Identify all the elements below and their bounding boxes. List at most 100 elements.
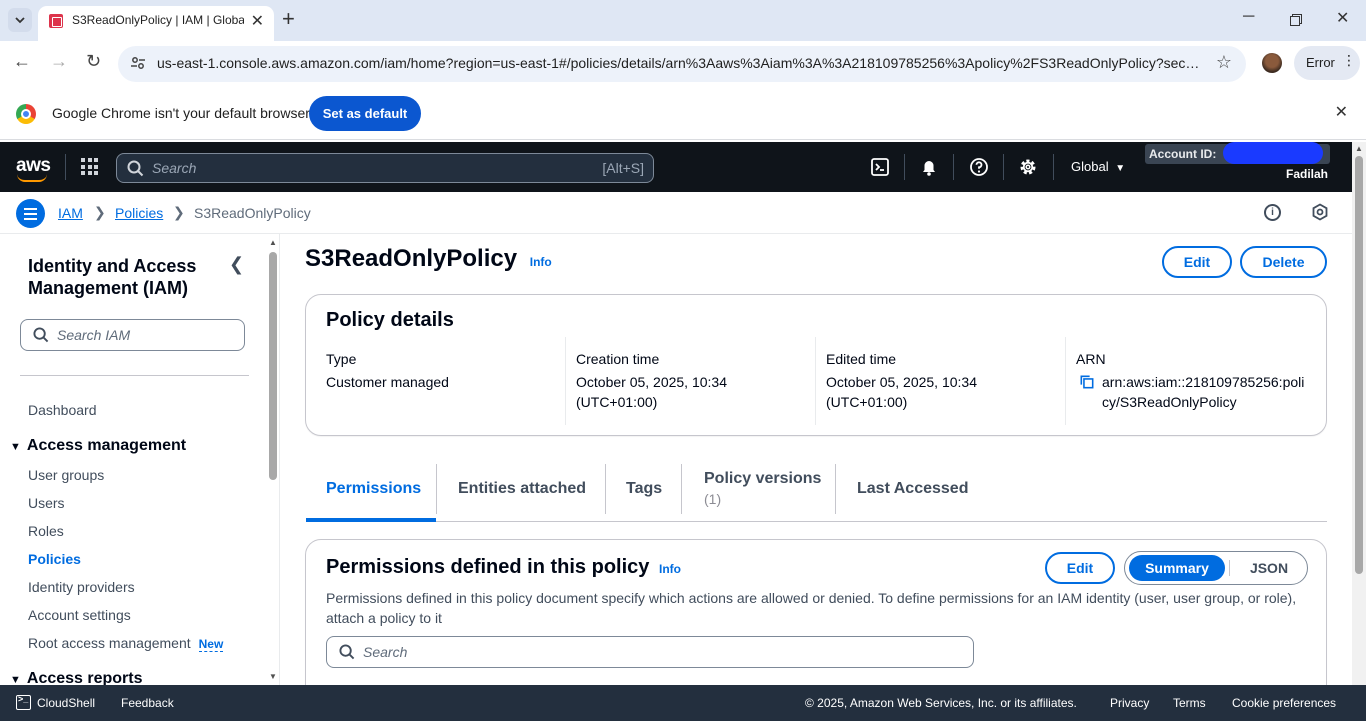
section-label: Access reports [26, 670, 143, 685]
sidebar-item-users[interactable]: Users [28, 495, 65, 511]
sidebar-item-user-groups[interactable]: User groups [28, 467, 104, 483]
feedback-link[interactable]: Feedback [121, 696, 174, 710]
search-placeholder: Search [152, 160, 197, 176]
edit-permissions-button[interactable]: Edit [1045, 552, 1115, 584]
site-info-icon[interactable] [130, 55, 146, 71]
close-infobar-icon[interactable]: ✕ [1335, 102, 1348, 122]
aws-search-input[interactable]: Search [Alt+S] [116, 153, 654, 183]
aws-smile-icon [17, 174, 47, 182]
search-icon [33, 327, 49, 343]
scroll-up-icon[interactable]: ▲ [1355, 144, 1363, 153]
sidebar-title: Identity and Access Management (IAM) [28, 256, 197, 298]
bell-icon[interactable] [919, 157, 939, 177]
error-label: Error [1306, 55, 1335, 70]
permissions-search-input[interactable]: Search [326, 636, 974, 668]
permissions-heading-text: Permissions defined in this policy [326, 556, 650, 578]
restore-icon[interactable] [1290, 14, 1302, 26]
tab-policy-versions[interactable]: Policy versions (1) [704, 470, 821, 507]
username[interactable]: Fadilah [1286, 167, 1328, 181]
info-link[interactable]: Info [659, 562, 681, 576]
reload-icon[interactable]: ↻ [86, 51, 101, 72]
cookie-preferences-link[interactable]: Cookie preferences [1232, 696, 1336, 710]
back-icon[interactable]: ← [13, 51, 31, 72]
sidebar-item-root-access-management[interactable]: Root access management New [28, 635, 224, 652]
close-window-icon[interactable]: ✕ [1336, 8, 1349, 28]
new-tab-icon[interactable]: + [282, 6, 295, 32]
cloudshell-link[interactable]: CloudShell [37, 696, 95, 710]
edit-button[interactable]: Edit [1162, 246, 1232, 278]
divider [1229, 560, 1230, 576]
creation-time-value: October 05, 2025, 10:34 (UTC+01:00) [576, 374, 727, 410]
arn-value: arn:aws:iam::218109785256:policy/S3ReadO… [1102, 374, 1305, 410]
region-selector[interactable]: Global ▼ [1071, 159, 1125, 174]
creation-time-field: Creation time October 05, 2025, 10:34 (U… [576, 351, 746, 412]
browser-tab-strip: S3ReadOnlyPolicy | IAM | Global ✕ + ─ ✕ [0, 0, 1366, 41]
default-browser-infobar: Google Chrome isn't your default browser… [0, 87, 1366, 140]
terms-link[interactable]: Terms [1173, 696, 1206, 710]
privacy-link[interactable]: Privacy [1110, 696, 1149, 710]
region-label: Global [1071, 159, 1109, 174]
page-scrollbar[interactable]: ▲ [1352, 142, 1366, 685]
sidebar-item-dashboard[interactable]: Dashboard [28, 402, 97, 418]
cloudshell-icon [16, 694, 31, 710]
set-as-default-button[interactable]: Set as default [309, 96, 421, 131]
tab-permissions[interactable]: Permissions [326, 480, 421, 498]
account-menu[interactable]: Account ID: [1145, 142, 1330, 164]
copy-icon[interactable] [1080, 375, 1094, 389]
gear-icon[interactable] [1018, 157, 1038, 177]
breadcrumb-policies[interactable]: Policies [115, 205, 163, 221]
tab-tags[interactable]: Tags [626, 480, 662, 498]
collapse-sidebar-icon[interactable]: ❮ [229, 254, 244, 275]
aws-top-nav: aws Search [Alt+S] Global ▼ Account ID: … [0, 142, 1352, 192]
menu-toggle-button[interactable] [16, 199, 45, 228]
profile-avatar[interactable] [1262, 53, 1282, 73]
info-link[interactable]: Info [530, 255, 552, 269]
aws-logo[interactable]: aws [16, 155, 51, 182]
scrollbar-thumb[interactable] [269, 252, 277, 480]
info-panel-icon[interactable]: i [1264, 204, 1281, 221]
caret-down-icon: ▼ [10, 674, 21, 685]
settings-hex-icon[interactable] [1311, 203, 1329, 221]
scroll-down-icon[interactable]: ▼ [269, 672, 277, 681]
help-icon[interactable] [969, 157, 989, 177]
breadcrumb-iam[interactable]: IAM [58, 205, 83, 221]
browser-tab[interactable]: S3ReadOnlyPolicy | IAM | Global ✕ [38, 6, 274, 41]
address-bar[interactable]: us-east-1.console.aws.amazon.com/iam/hom… [118, 46, 1246, 82]
section-access-reports[interactable]: ▼ Access reports [10, 670, 143, 685]
scroll-up-icon[interactable]: ▲ [269, 238, 277, 247]
arn-field: ARN arn:aws:iam::218109785256:policy/S3R… [1076, 351, 1308, 412]
forward-icon[interactable]: → [50, 51, 68, 72]
divider [1065, 337, 1066, 425]
services-grid-icon[interactable] [81, 158, 98, 175]
chevron-right-icon: ❯ [94, 204, 106, 220]
divider [436, 464, 437, 514]
sidebar-item-identity-providers[interactable]: Identity providers [28, 579, 135, 595]
error-menu-button[interactable]: Error ⋮ [1294, 46, 1360, 80]
json-view-button[interactable]: JSON [1233, 555, 1305, 581]
copyright-text: © 2025, Amazon Web Services, Inc. or its… [805, 696, 1077, 710]
type-label: Type [326, 351, 357, 367]
summary-view-button[interactable]: Summary [1129, 555, 1225, 581]
delete-button[interactable]: Delete [1240, 246, 1327, 278]
tab-last-accessed[interactable]: Last Accessed [857, 480, 968, 498]
divider [605, 464, 606, 514]
bookmark-star-icon[interactable]: ☆ [1216, 52, 1232, 73]
sidebar-item-roles[interactable]: Roles [28, 523, 64, 539]
creation-time-label: Creation time [576, 351, 660, 367]
type-value: Customer managed [326, 374, 449, 390]
infobar-message: Google Chrome isn't your default browser [52, 105, 310, 121]
sidebar-item-account-settings[interactable]: Account settings [28, 607, 131, 623]
sidebar: Identity and Access Management (IAM) ❮ S… [0, 234, 280, 685]
tab-entities-attached[interactable]: Entities attached [458, 480, 586, 498]
section-access-management[interactable]: ▼ Access management [10, 437, 186, 455]
scrollbar-thumb[interactable] [1355, 156, 1363, 574]
minimize-icon[interactable]: ─ [1243, 8, 1254, 26]
search-iam-input[interactable]: Search IAM [20, 319, 245, 351]
cloudshell-icon[interactable] [870, 157, 890, 177]
sidebar-item-policies[interactable]: Policies [28, 551, 81, 567]
sidebar-scrollbar[interactable]: ▲ ▼ [266, 238, 280, 685]
close-tab-icon[interactable]: ✕ [251, 11, 264, 31]
aws-logo-text: aws [16, 155, 51, 176]
chrome-logo-icon [16, 104, 36, 124]
tab-search-button[interactable] [8, 8, 32, 32]
